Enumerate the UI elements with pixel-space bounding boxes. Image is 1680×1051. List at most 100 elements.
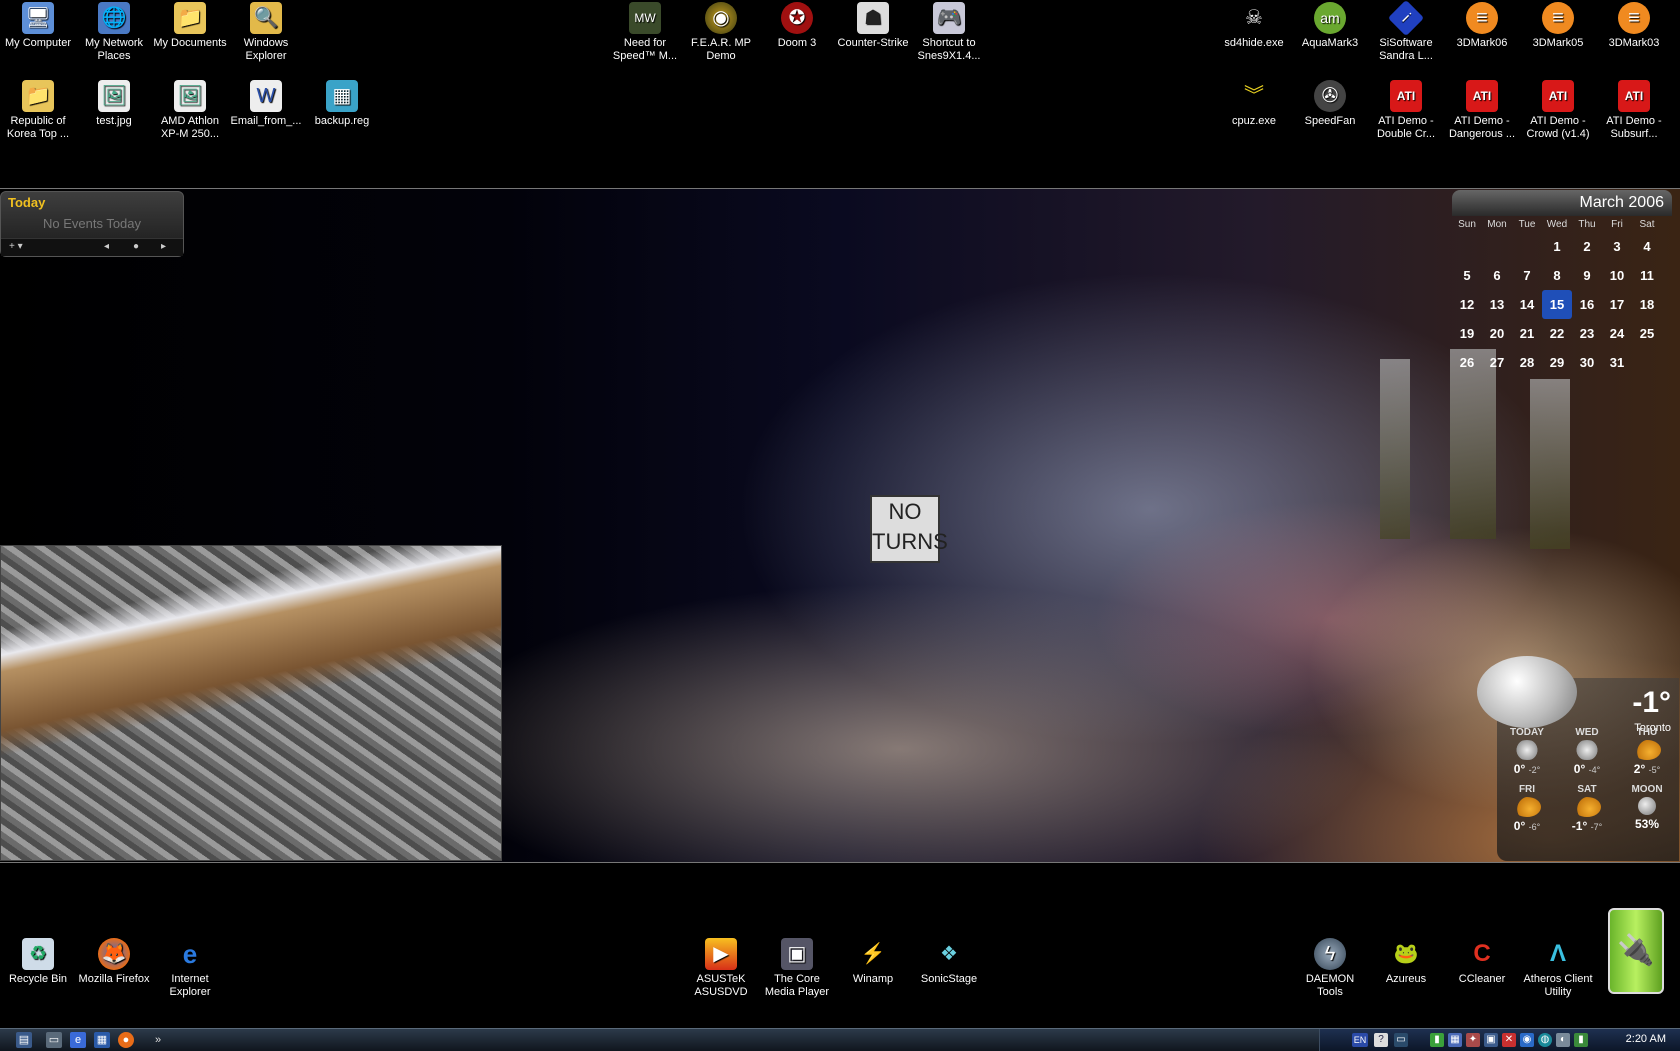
calendar-day[interactable]: 3 [1602, 232, 1632, 261]
desktop-icon-snes9x[interactable]: 🎮 Shortcut to Snes9X1.4... [911, 2, 987, 63]
desktop-icon-my-network-places[interactable]: 🌐 My Network Places [76, 2, 152, 63]
calendar-day[interactable]: 17 [1602, 290, 1632, 319]
desktop-icon-my-documents[interactable]: 📁 My Documents [152, 2, 228, 50]
desktop-icon-core-media-player[interactable]: ▣ The Core Media Player [759, 938, 835, 999]
forecast-temps: 0° -4° [1559, 762, 1615, 776]
taskbar-clock[interactable]: 2:20 AM [1626, 1033, 1666, 1045]
desktop-icon-amd-athlon[interactable]: 🖼 AMD Athlon XP-M 250... [152, 80, 228, 141]
desktop-icon-windows-explorer[interactable]: 🔍 Windows Explorer [228, 2, 304, 63]
globe-icon[interactable]: ◍ [1538, 1033, 1552, 1047]
start-button[interactable]: ▤ [16, 1032, 32, 1048]
calendar-day[interactable]: 14 [1512, 290, 1542, 319]
desktop-icon-need-for-speed[interactable]: MW Need for Speed™ M... [607, 2, 683, 63]
wireless-icon[interactable]: ◉ [1520, 1033, 1534, 1047]
calendar-day[interactable]: 20 [1482, 319, 1512, 348]
calendar-day[interactable]: 9 [1572, 261, 1602, 290]
desktop-icon-ccleaner[interactable]: C CCleaner [1444, 938, 1520, 986]
speaker-icon[interactable]: ◐ [1556, 1033, 1570, 1047]
calendar-month-title[interactable]: March 2006 [1452, 190, 1672, 216]
calendar-day[interactable]: 5 [1452, 261, 1482, 290]
calendar-day[interactable]: 4 [1632, 232, 1662, 261]
desktop-icon-test-jpg[interactable]: 🖼 test.jpg [76, 80, 152, 128]
desktop-icon-3dmark05[interactable]: ≡ 3DMark05 [1520, 2, 1596, 50]
desktop-icon-sisoftware[interactable]: i SiSoftware Sandra L... [1368, 0, 1444, 63]
calendar-day[interactable]: 7 [1512, 261, 1542, 290]
tray-monitor-icon[interactable]: ▣ [1484, 1033, 1498, 1047]
next-day-button[interactable]: ▸ [161, 241, 166, 252]
calendar-day[interactable]: 2 [1572, 232, 1602, 261]
calendar-day-today[interactable]: 15 [1542, 290, 1572, 319]
desktop-icon-3dmark03[interactable]: ≡ 3DMark03 [1596, 2, 1672, 50]
desktop-icon-daemon-tools[interactable]: ϟ DAEMON Tools [1292, 938, 1368, 999]
calendar-day[interactable]: 21 [1512, 319, 1542, 348]
display-icon[interactable]: ▭ [1394, 1033, 1408, 1047]
calendar-day[interactable]: 28 [1512, 348, 1542, 377]
desktop-icon-ati-dangerous[interactable]: ATI ATI Demo - Dangerous ... [1444, 80, 1520, 141]
desktop-icon-recycle-bin[interactable]: ♻ Recycle Bin [0, 938, 76, 986]
calendar-day[interactable]: 11 [1632, 261, 1662, 290]
calendar-day[interactable]: 6 [1482, 261, 1512, 290]
signal-strength-icon[interactable]: ▮ [1430, 1033, 1444, 1047]
desktop-icon-winamp[interactable]: ⚡ Winamp [835, 938, 911, 986]
desktop-icon-ati-double[interactable]: ATI ATI Demo - Double Cr... [1368, 80, 1444, 141]
network-icon[interactable]: ▦ [1448, 1033, 1462, 1047]
calendar-day[interactable]: 19 [1452, 319, 1482, 348]
add-event-button[interactable]: + ▾ [9, 241, 23, 252]
calendar-day[interactable]: 13 [1482, 290, 1512, 319]
quicklaunch-explorer-icon[interactable]: ▦ [94, 1032, 110, 1048]
desktop-icon-atheros[interactable]: Λ Atheros Client Utility [1520, 938, 1596, 999]
atheros-icon: Λ [1549, 940, 1566, 967]
desktop-icon-ati-subsurf[interactable]: ATI ATI Demo - Subsurf... [1596, 80, 1672, 141]
moon-icon [1638, 797, 1656, 815]
desktop-icon-firefox[interactable]: 🦊 Mozilla Firefox [76, 938, 152, 986]
desktop-icon-doom3[interactable]: ✪ Doom 3 [759, 2, 835, 50]
tray-app-icon[interactable]: ✦ [1466, 1033, 1480, 1047]
calendar-day[interactable]: 29 [1542, 348, 1572, 377]
calendar-day[interactable]: 25 [1632, 319, 1662, 348]
desktop-icon-asus-dvd[interactable]: ▶ ASUSTeK ASUSDVD [683, 938, 759, 999]
language-indicator[interactable]: EN [1352, 1033, 1368, 1047]
quicklaunch-chevron[interactable]: » [150, 1032, 166, 1048]
quicklaunch-firefox-icon[interactable]: ● [118, 1032, 134, 1048]
desktop-icon-3dmark06[interactable]: ≡ 3DMark06 [1444, 2, 1520, 50]
desktop-icon-sd4hide[interactable]: ☠ sd4hide.exe [1216, 2, 1292, 50]
calendar-day[interactable]: 24 [1602, 319, 1632, 348]
asus-dvd-icon: ▶ [705, 938, 737, 970]
calendar-day[interactable]: 1 [1542, 232, 1572, 261]
calendar-day[interactable]: 31 [1602, 348, 1632, 377]
desktop-icon-email-from[interactable]: W Email_from_... [228, 80, 304, 128]
calendar-day[interactable]: 8 [1542, 261, 1572, 290]
calendar-day[interactable]: 23 [1572, 319, 1602, 348]
calendar-day[interactable]: 18 [1632, 290, 1662, 319]
desktop-icon-cpuz[interactable]: ︾ cpuz.exe [1216, 80, 1292, 128]
desktop-icon-my-computer[interactable]: 🖥 My Computer [0, 2, 76, 50]
desktop-icon-counter-strike[interactable]: ☗ Counter-Strike [835, 2, 911, 50]
desktop-icon-speedfan[interactable]: ✇ SpeedFan [1292, 80, 1368, 128]
forecast-low: -4° [1588, 765, 1601, 775]
quicklaunch-show-desktop-icon[interactable]: ▭ [46, 1032, 62, 1048]
help-icon[interactable]: ? [1374, 1033, 1388, 1047]
power-icon[interactable]: ▮ [1574, 1033, 1588, 1047]
calendar-day[interactable]: 12 [1452, 290, 1482, 319]
doom-pentagram-icon: ✪ [781, 2, 813, 34]
previous-day-button[interactable]: ◂ [104, 241, 109, 252]
desktop-icon-republic-of-korea[interactable]: 📁 Republic of Korea Top ... [0, 80, 76, 141]
forecast-low: -5° [1648, 765, 1661, 775]
forecast-temps: 2° -5° [1619, 762, 1675, 776]
today-home-button[interactable]: ● [133, 241, 139, 252]
calendar-day[interactable]: 30 [1572, 348, 1602, 377]
calendar-day[interactable]: 16 [1572, 290, 1602, 319]
desktop-icon-fear-mp-demo[interactable]: ◉ F.E.A.R. MP Demo [683, 2, 759, 63]
desktop-icon-backup-reg[interactable]: ▦ backup.reg [304, 80, 380, 128]
calendar-day[interactable]: 22 [1542, 319, 1572, 348]
desktop-icon-ati-crowd[interactable]: ATI ATI Demo - Crowd (v1.4) [1520, 80, 1596, 141]
calendar-day[interactable]: 10 [1602, 261, 1632, 290]
desktop-icon-aquamark3[interactable]: am AquaMark3 [1292, 2, 1368, 50]
quicklaunch-ie-icon[interactable]: e [70, 1032, 86, 1048]
desktop-icon-internet-explorer[interactable]: e Internet Explorer [152, 938, 228, 999]
desktop-icon-sonicstage[interactable]: ❖ SonicStage [911, 938, 987, 986]
calendar-day[interactable]: 26 [1452, 348, 1482, 377]
calendar-day[interactable]: 27 [1482, 348, 1512, 377]
desktop-icon-azureus[interactable]: 🐸 Azureus [1368, 938, 1444, 986]
security-icon[interactable]: ✕ [1502, 1033, 1516, 1047]
